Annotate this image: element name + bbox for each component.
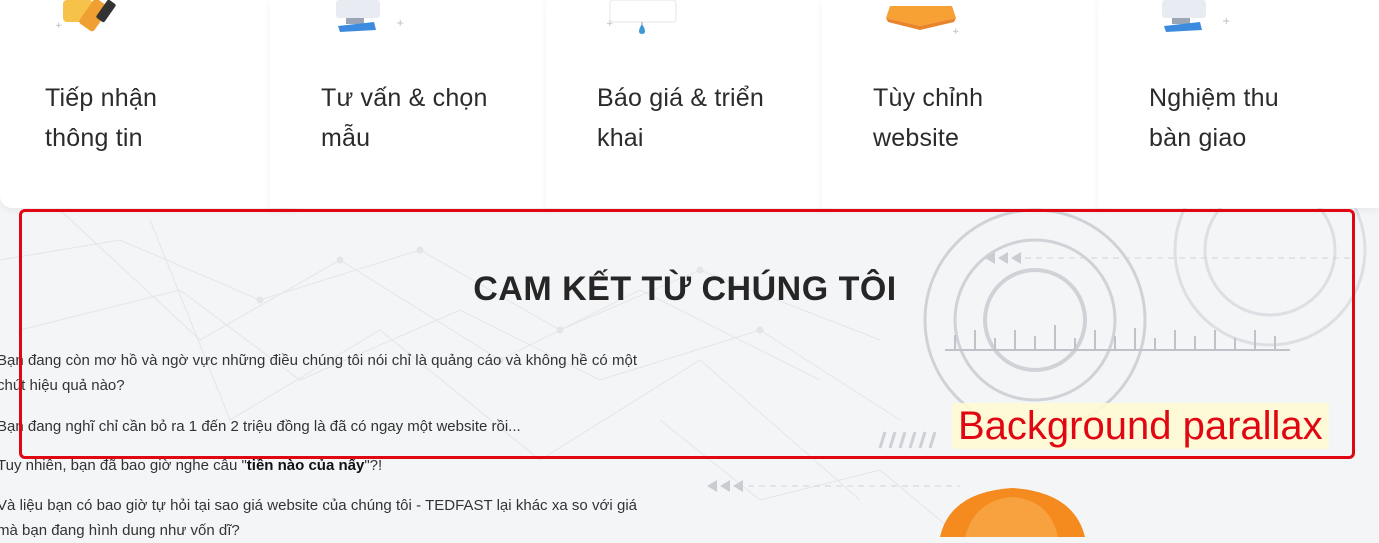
step-title: Tiếp nhận thông tin (45, 84, 158, 152)
computer-monitor-icon: + (1162, 0, 1230, 32)
svg-text:+: + (396, 18, 404, 29)
annotation-label: Background parallax (952, 403, 1329, 449)
svg-text:+: + (55, 21, 63, 31)
process-steps: + Tiếp nhận thông tin + Tư vấn & chọn mẫu … (0, 0, 1379, 210)
price-tag-icon: + (606, 0, 677, 34)
step-card-customize-website[interactable]: + Tùy chỉnh website (822, 0, 1104, 208)
computer-monitor-icon: + (336, 0, 404, 32)
step-card-consult-template[interactable]: + Tư vấn & chọn mẫu (270, 0, 552, 208)
paragraph: Và liệu bạn có bao giờ tự hỏi tại sao gi… (0, 497, 637, 539)
step-title: Tư vấn & chọn mẫu (321, 84, 488, 152)
svg-text:+: + (606, 19, 614, 29)
step-title: Tùy chỉnh website (873, 84, 984, 152)
step-title: Báo giá & triển khai (597, 84, 764, 152)
pencil-notepad-icon: + (55, 0, 116, 32)
svg-text:+: + (952, 27, 960, 37)
svg-text:+: + (1222, 16, 1230, 27)
step-card-receive-info[interactable]: + Tiếp nhận thông tin (0, 0, 296, 208)
step-card-acceptance-handover[interactable]: + Nghiệm thu bàn giao (1098, 0, 1379, 208)
step-card-quote-deploy[interactable]: + Báo giá & triển khai (546, 0, 828, 208)
emphasis-text: tiền nào của nấy (246, 457, 365, 474)
step-title: Nghiệm thu bàn giao (1149, 84, 1279, 152)
layers-box-icon: + (886, 6, 960, 37)
